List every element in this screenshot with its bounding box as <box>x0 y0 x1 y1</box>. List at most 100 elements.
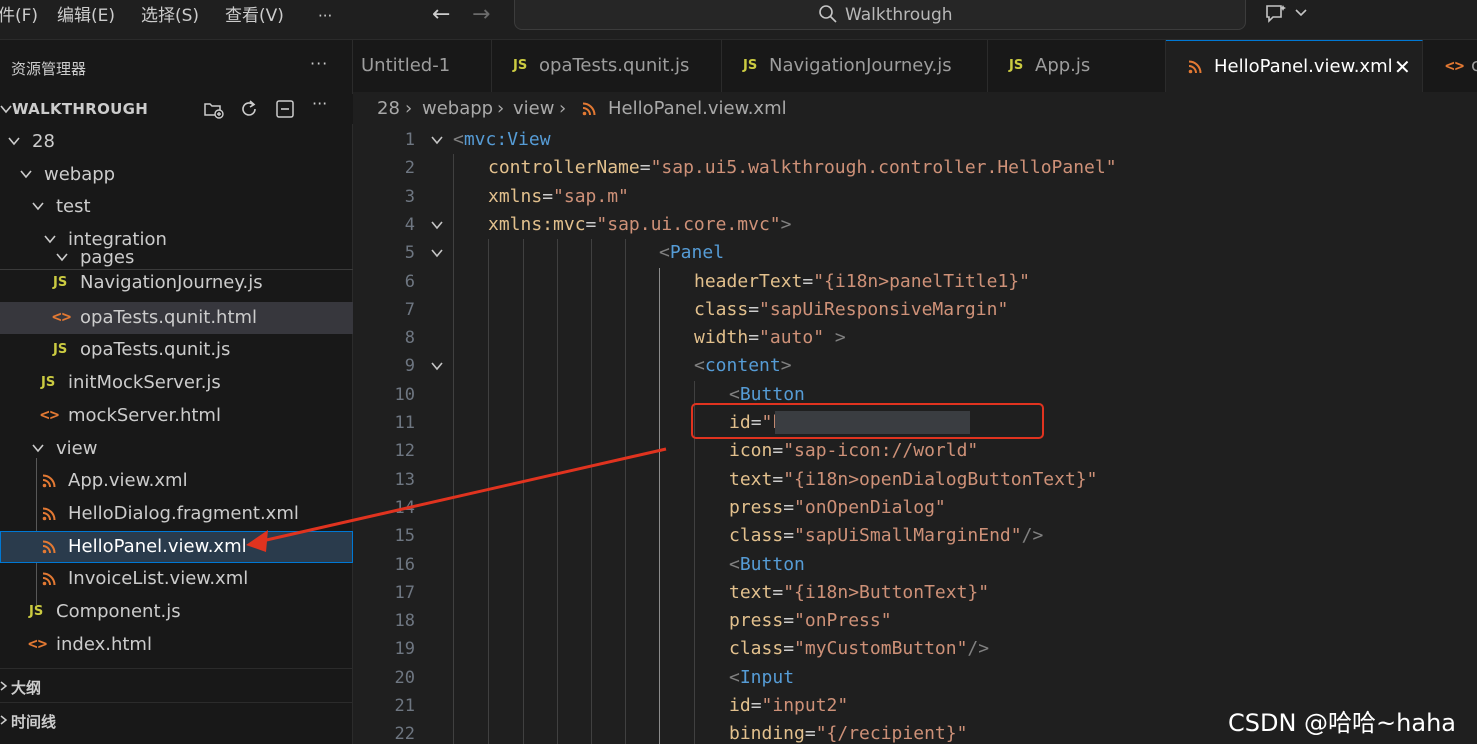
fold-chevron-icon[interactable] <box>430 134 444 146</box>
tab-hellopanel-view[interactable]: HelloPanel.view.xml ✕ <box>1166 40 1423 92</box>
code-token: "sap-icon://world" <box>783 440 979 462</box>
tab-untitled[interactable]: Untitled-1 <box>353 40 492 92</box>
code-line[interactable]: 17 text="{i18n>ButtonText}" <box>353 579 1477 607</box>
timeline-panel-header[interactable]: 时间线 <box>0 702 353 736</box>
code-token: Button <box>739 383 805 405</box>
tab-opatests-qunit-js[interactable]: JS opaTests.qunit.js <box>492 40 722 92</box>
close-icon[interactable]: ✕ <box>1394 55 1411 79</box>
breadcrumb-chevron-icon: › <box>497 98 505 119</box>
breadcrumb-item[interactable]: view <box>513 98 554 120</box>
line-number: 6 <box>404 271 415 292</box>
javascript-file-icon: JS <box>513 58 528 73</box>
fold-chevron-icon[interactable] <box>430 360 444 372</box>
code-token: controllerName <box>488 157 640 179</box>
tree-file-initmockserver[interactable]: JS initMockServer.js <box>0 367 353 399</box>
tree-file-index[interactable]: <> index.html <box>0 629 353 661</box>
collapse-all-icon[interactable] <box>274 98 296 120</box>
tree-label: index.html <box>56 634 152 655</box>
chevron-down-icon <box>8 137 20 146</box>
code-token: press <box>729 496 784 518</box>
code-token: text <box>729 468 773 490</box>
tree-folder-integration[interactable]: integration <box>0 224 353 250</box>
more-actions-icon[interactable]: ··· <box>310 54 328 73</box>
outline-panel-header[interactable]: 大纲 <box>0 668 353 702</box>
tree-file-opatests-js[interactable]: JS opaTests.qunit.js <box>0 334 353 366</box>
workspace-header[interactable]: WALKTHROUGH ··· <box>0 94 353 124</box>
fold-chevron-icon[interactable] <box>430 247 444 259</box>
menu-edit[interactable]: 编辑(E) <box>57 4 115 28</box>
tree-label: test <box>56 196 91 217</box>
new-file-icon[interactable] <box>202 98 224 120</box>
tree-file-navigationjourney[interactable]: JS NavigationJourney.js <box>0 269 353 299</box>
code-token: = <box>783 638 795 660</box>
code-line[interactable]: 2 controllerName="sap.ui5.walkthrough.con… <box>353 154 1477 182</box>
menu-file[interactable]: 件(F) <box>0 4 38 28</box>
tree-file-hellodialog-fragment[interactable]: HelloDialog.fragment.xml <box>0 498 353 530</box>
tab-overflow[interactable]: <> c <box>1423 40 1477 92</box>
tab-app-js[interactable]: JS App.js <box>988 40 1166 92</box>
watermark: CSDN @哈哈~haha <box>1228 709 1456 737</box>
code-line[interactable]: 18 press="onPress" <box>353 607 1477 635</box>
code-token: < <box>453 129 464 150</box>
tree-folder-pages[interactable]: pages <box>0 246 353 270</box>
code-token: = <box>585 213 597 235</box>
line-number: 20 <box>394 667 415 688</box>
more-actions-icon[interactable]: ··· <box>312 94 334 116</box>
chevron-down-icon[interactable] <box>1294 6 1308 20</box>
code-token: "sap.ui5.walkthrough.controller.HelloPan… <box>650 157 1117 179</box>
tree-label: view <box>56 438 98 459</box>
code-line[interactable]: 9 <content> <box>353 352 1477 380</box>
code-line[interactable]: 3 xmlns="sap.m" <box>353 183 1477 211</box>
code-token: = <box>802 270 814 292</box>
code-line[interactable]: 7 class="sapUiResponsiveMargin" <box>353 296 1477 324</box>
fold-chevron-icon[interactable] <box>430 219 444 231</box>
tree-file-app-view[interactable]: App.view.xml <box>0 465 353 497</box>
code-line[interactable]: 4 xmlns:mvc="sap.ui.core.mvc"> <box>353 211 1477 239</box>
forward-arrow-icon[interactable]: → <box>472 2 490 27</box>
breadcrumb-item[interactable]: HelloPanel.view.xml <box>608 98 787 120</box>
tree-file-invoicelist-view[interactable]: InvoiceList.view.xml <box>0 563 353 595</box>
code-text: text="{i18n>ButtonText}" <box>729 580 989 606</box>
breadcrumb-chevron-icon: › <box>559 98 567 119</box>
code-text: xmlns:mvc="sap.ui.core.mvc"> <box>488 212 791 238</box>
code-line[interactable]: 20 <Input <box>353 664 1477 692</box>
tree-folder-28[interactable]: 28 <box>0 126 353 158</box>
tree-folder-view[interactable]: view <box>0 433 353 465</box>
back-arrow-icon[interactable]: ← <box>432 2 450 27</box>
code-text: <Input <box>729 665 794 691</box>
tree-folder-webapp[interactable]: webapp <box>0 159 353 191</box>
code-token: class <box>694 298 749 320</box>
code-token: = <box>783 496 795 518</box>
code-line[interactable]: 5 <Panel <box>353 239 1477 267</box>
code-line[interactable]: 15 class="sapUiSmallMarginEnd"/> <box>353 522 1477 550</box>
code-line[interactable]: 16 <Button <box>353 551 1477 579</box>
tab-navigationjourney[interactable]: JS NavigationJourney.js <box>722 40 988 92</box>
tree-file-hellopanel-view[interactable]: HelloPanel.view.xml <box>0 531 353 563</box>
tree-folder-test[interactable]: test <box>0 191 353 223</box>
tree-file-component[interactable]: JS Component.js <box>0 596 353 628</box>
tree-file-opatests-html[interactable]: <> opaTests.qunit.html <box>0 302 353 334</box>
tree-file-mockserver[interactable]: <> mockServer.html <box>0 400 353 432</box>
chevron-down-icon <box>0 105 12 114</box>
code-line[interactable]: 14 press="onOpenDialog" <box>353 494 1477 522</box>
chat-icon[interactable] <box>1264 3 1288 25</box>
code-token: > <box>780 213 792 235</box>
refresh-icon[interactable] <box>238 98 260 120</box>
chevron-right-icon <box>0 681 8 691</box>
menu-view[interactable]: 查看(V) <box>225 4 284 28</box>
code-line[interactable]: 12 icon="sap-icon://world" <box>353 437 1477 465</box>
code-line[interactable]: 1 <mvc:View <box>353 126 1477 154</box>
code-line[interactable]: 13 text="{i18n>openDialogButtonText}" <box>353 466 1477 494</box>
code-text: <Panel <box>659 240 724 266</box>
code-token: Panel <box>669 242 725 264</box>
menu-selection[interactable]: 选择(S) <box>141 4 199 28</box>
menu-more[interactable]: ··· <box>318 4 332 28</box>
code-token: "{i18n>panelTitle1}" <box>813 270 1030 292</box>
code-token: /> <box>967 638 990 660</box>
breadcrumb-item[interactable]: 28 <box>377 98 400 120</box>
breadcrumb-item[interactable]: webapp <box>422 98 493 120</box>
code-line[interactable]: 6 headerText="{i18n>panelTitle1}" <box>353 268 1477 296</box>
code-line[interactable]: 19 class="myCustomButton"/> <box>353 635 1477 663</box>
javascript-file-icon: JS <box>29 604 44 619</box>
code-line[interactable]: 8 width="auto" > <box>353 324 1477 352</box>
